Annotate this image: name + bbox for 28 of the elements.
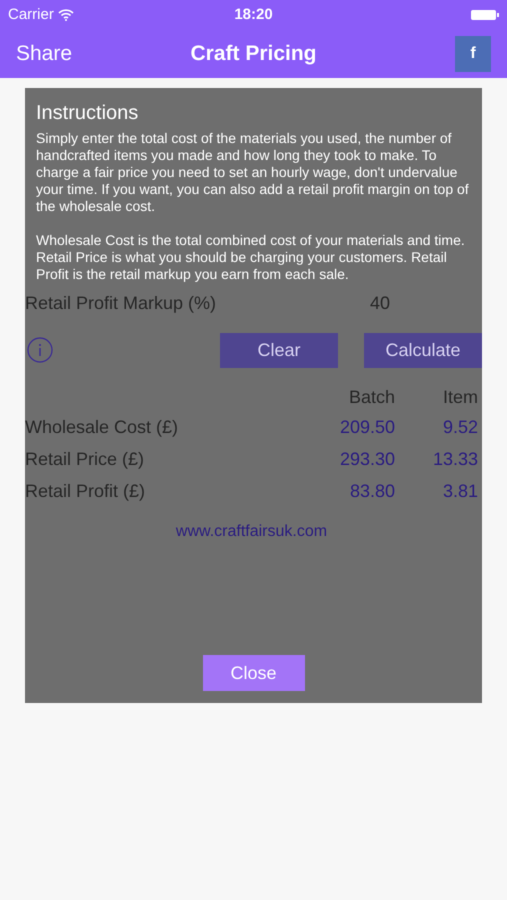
item-value: 3.81 — [442, 480, 478, 502]
batch-value: 293.30 — [338, 448, 395, 470]
clear-button[interactable]: Clear — [220, 332, 338, 368]
column-header: Item — [442, 386, 478, 409]
dialog-title: Instructions — [36, 101, 140, 126]
field-label: Retail Profit Markup (%) — [25, 292, 218, 315]
instructions-paragraph: Wholesale Cost is the total combined cost of your materials and time. Retail Price is what you should be charging your customers. Retail Profit is the retail markup you earn from each sale. — [36, 232, 466, 283]
clock: 18:20 — [234, 4, 273, 25]
instructions-paragraph: Simply enter the total cost of the materials you used, the number of handcrafted items you made and how long they took to make. To charge a fair price you need to set an hourly wage, don't undervalue your time. If you want, you can also add a retail profit margin on top of the wholesale cost. — [36, 130, 470, 215]
nav-title: Craft Pricing — [190, 41, 317, 68]
info-icon[interactable] — [27, 337, 53, 363]
calculate-button[interactable]: Calculate — [364, 332, 482, 368]
wifi-icon — [58, 9, 74, 21]
result-label: Retail Profit (£) — [25, 480, 146, 503]
batch-value: 209.50 — [338, 416, 395, 438]
input-field[interactable]: 40 — [370, 290, 478, 316]
result-label: Retail Price (£) — [25, 448, 146, 471]
website-link[interactable]: www.craftfairsuk.com — [176, 520, 328, 544]
close-button[interactable]: Close — [202, 655, 304, 691]
batch-value: 83.80 — [348, 480, 395, 502]
carrier-label: Carrier — [8, 4, 54, 25]
item-value: 13.33 — [432, 448, 478, 470]
facebook-button[interactable]: f — [455, 36, 491, 72]
share-button[interactable]: Share — [16, 38, 72, 70]
column-header: Batch — [348, 386, 395, 409]
item-value: 9.52 — [442, 416, 478, 438]
result-label: Wholesale Cost (£) — [25, 416, 180, 439]
battery-icon — [471, 9, 499, 21]
